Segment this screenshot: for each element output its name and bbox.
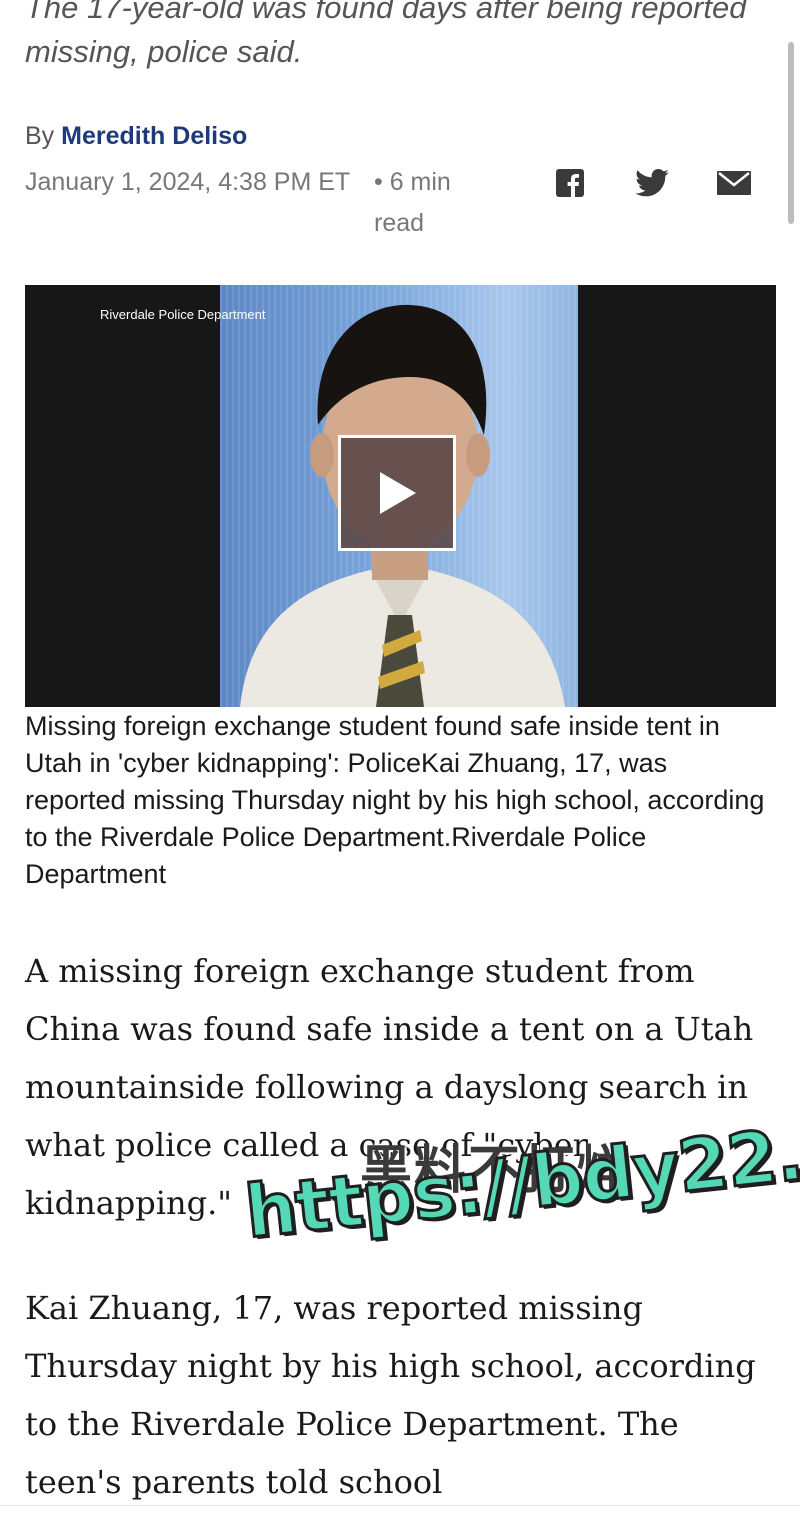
share-bar (552, 166, 762, 200)
video-player[interactable]: Riverdale Police Department (25, 285, 776, 707)
video-caption: Missing foreign exchange student found s… (25, 711, 765, 889)
article-subtitle: The 17-year-old was found days after bei… (25, 0, 747, 69)
read-time: • 6 min read (374, 168, 451, 237)
email-icon[interactable] (716, 166, 752, 200)
play-button[interactable] (338, 435, 456, 551)
video-source-label: Riverdale Police Department (100, 307, 266, 322)
body-paragraph: Kai Zhuang, 17, was reported missing Thu… (25, 1289, 756, 1501)
publish-date: January 1, 2024, 4:38 PM ET (25, 168, 351, 196)
play-icon (380, 472, 416, 514)
author-link[interactable]: Meredith Deliso (61, 122, 247, 150)
byline: By Meredith Deliso (25, 122, 247, 151)
divider (0, 1505, 800, 1506)
scrollbar[interactable] (788, 42, 794, 224)
facebook-icon[interactable] (552, 166, 588, 200)
twitter-icon[interactable] (634, 166, 670, 200)
byline-prefix: By (25, 122, 55, 150)
